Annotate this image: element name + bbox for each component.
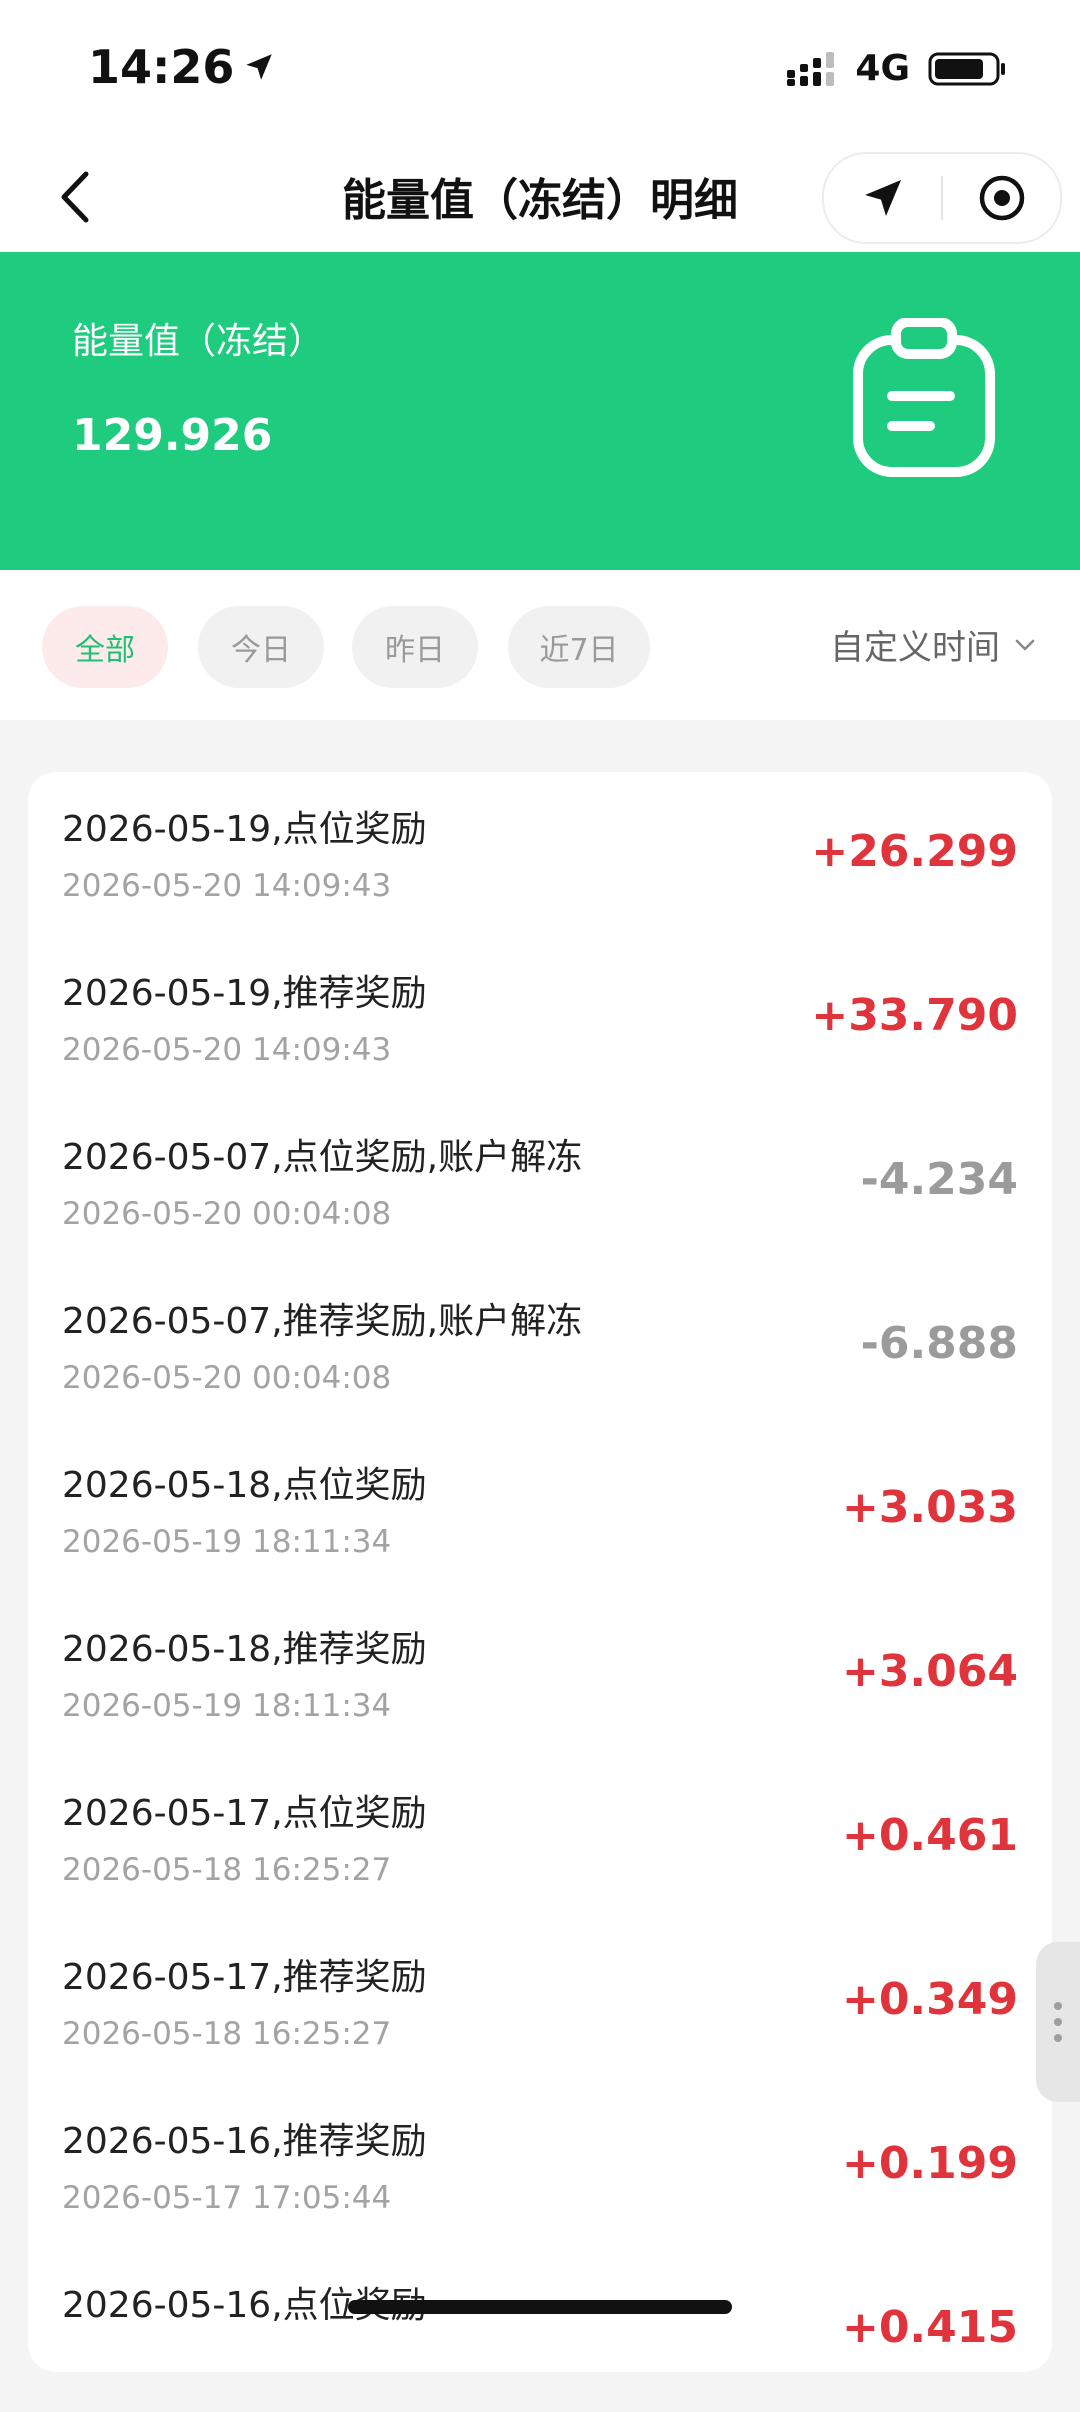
record-time: 2026-05-20 14:09:43 — [62, 868, 392, 904]
record-time: 2026-05-19 18:11:34 — [62, 1688, 392, 1724]
record-amount: +26.299 — [811, 826, 1018, 877]
record-description: 2026-05-17,点位奖励 — [62, 1793, 427, 1834]
record-description: 2026-05-07,点位奖励,账户解冻 — [62, 1137, 583, 1178]
mini-program-capsule — [822, 152, 1062, 244]
balance-banner: 能量值（冻结） 129.926 — [0, 252, 1080, 570]
record-time: 2026-05-19 18:11:34 — [62, 1524, 392, 1560]
close-mini-program-button[interactable] — [943, 154, 1060, 242]
home-indicator[interactable] — [348, 2300, 732, 2314]
chevron-down-icon — [1015, 639, 1035, 650]
record-amount: +33.790 — [811, 990, 1018, 1041]
filter-chip-7days[interactable]: 近7日 — [508, 606, 650, 688]
navigation-arrow-icon — [864, 180, 901, 216]
record-time: 2026-05-18 16:25:27 — [62, 2016, 392, 2052]
floating-drag-handle[interactable] — [1036, 1942, 1080, 2102]
location-arrow-icon — [246, 54, 273, 80]
balance-label: 能量值（冻结） — [72, 321, 325, 362]
handle-dot — [1054, 2002, 1062, 2010]
status-right: 4G — [787, 48, 1008, 89]
record-amount: -4.234 — [860, 1154, 1018, 1205]
record-row[interactable]: 2026-05-19,点位奖励 2026-05-20 14:09:43 +26.… — [28, 772, 1052, 936]
battery-icon — [928, 52, 1005, 85]
record-time: 2026-05-20 14:09:43 — [62, 1032, 392, 1068]
filter-chip-today[interactable]: 今日 — [198, 606, 324, 688]
nav-bar: 能量值（冻结）明细 — [0, 140, 1080, 252]
filter-chip-yesterday[interactable]: 昨日 — [352, 606, 478, 688]
balance-value: 129.926 — [72, 410, 273, 461]
record-amount: -6.888 — [860, 1318, 1018, 1369]
record-amount: +0.349 — [841, 1974, 1018, 2025]
custom-time-dropdown[interactable]: 自定义时间 — [830, 620, 1036, 669]
location-button[interactable] — [824, 154, 941, 242]
record-circle-icon — [979, 175, 1024, 221]
filter-bar: 全部 今日 昨日 近7日 自定义时间 — [0, 570, 1080, 720]
status-time: 14:26 — [88, 40, 235, 94]
records-list: 2026-05-19,点位奖励 2026-05-20 14:09:43 +26.… — [28, 772, 1052, 2372]
record-amount: +3.064 — [841, 1646, 1018, 1697]
record-amount: +3.033 — [841, 1482, 1018, 1533]
record-row[interactable]: 2026-05-19,推荐奖励 2026-05-20 14:09:43 +33.… — [28, 936, 1052, 1100]
record-description: 2026-05-18,点位奖励 — [62, 1465, 427, 1506]
record-description: 2026-05-17,推荐奖励 — [62, 1957, 427, 1998]
status-time-group: 14:26 — [88, 40, 276, 94]
record-time: 2026-05-20 00:04:08 — [62, 1196, 392, 1232]
network-type: 4G — [855, 48, 910, 89]
clipboard-icon — [853, 318, 995, 477]
record-description: 2026-05-19,点位奖励 — [62, 809, 427, 850]
signal-icon — [787, 51, 835, 86]
record-row[interactable]: 2026-05-17,点位奖励 2026-05-18 16:25:27 +0.4… — [28, 1756, 1052, 1920]
record-time: 2026-05-18 16:25:27 — [62, 1852, 392, 1888]
record-amount: +0.415 — [841, 2302, 1018, 2353]
record-row[interactable]: 2026-05-16,点位奖励 +0.415 — [28, 2248, 1052, 2412]
record-row[interactable]: 2026-05-17,推荐奖励 2026-05-18 16:25:27 +0.3… — [28, 1920, 1052, 2084]
status-bar: 14:26 4G — [0, 0, 1080, 140]
record-row[interactable]: 2026-05-16,推荐奖励 2026-05-17 17:05:44 +0.1… — [28, 2084, 1052, 2248]
record-description: 2026-05-18,推荐奖励 — [62, 1629, 427, 1670]
record-description: 2026-05-16,推荐奖励 — [62, 2121, 427, 2162]
handle-dot — [1054, 2034, 1062, 2042]
record-row[interactable]: 2026-05-07,点位奖励,账户解冻 2026-05-20 00:04:08… — [28, 1100, 1052, 1264]
filter-chip-all[interactable]: 全部 — [42, 606, 168, 688]
handle-dot — [1054, 2018, 1062, 2026]
record-description: 2026-05-07,推荐奖励,账户解冻 — [62, 1301, 583, 1342]
record-row[interactable]: 2026-05-18,推荐奖励 2026-05-19 18:11:34 +3.0… — [28, 1592, 1052, 1756]
record-amount: +0.461 — [841, 1810, 1018, 1861]
custom-time-label: 自定义时间 — [830, 628, 1000, 668]
record-time: 2026-05-17 17:05:44 — [62, 2180, 392, 2216]
record-description: 2026-05-19,推荐奖励 — [62, 973, 427, 1014]
record-row[interactable]: 2026-05-18,点位奖励 2026-05-19 18:11:34 +3.0… — [28, 1428, 1052, 1592]
record-time: 2026-05-20 00:04:08 — [62, 1360, 392, 1396]
record-amount: +0.199 — [841, 2138, 1018, 2189]
record-row[interactable]: 2026-05-07,推荐奖励,账户解冻 2026-05-20 00:04:08… — [28, 1264, 1052, 1428]
